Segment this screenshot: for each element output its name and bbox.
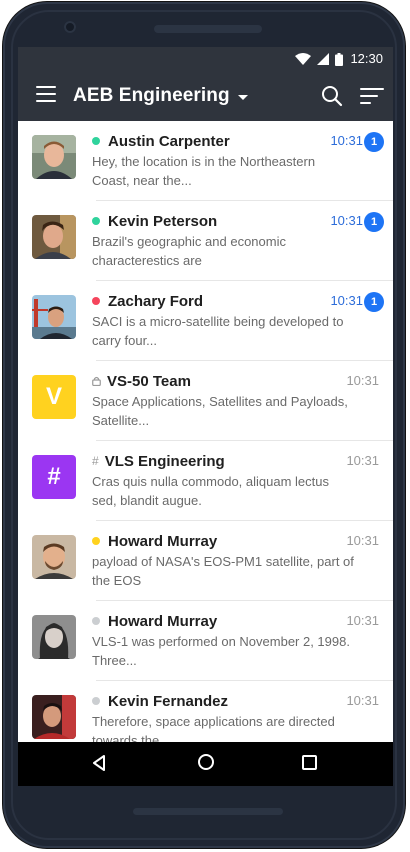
back-icon[interactable] — [92, 755, 106, 771]
room-list: Austin Carpenter Hey, the location is in… — [18, 121, 393, 742]
status-busy-dot — [92, 297, 100, 305]
chevron-down-icon — [237, 94, 248, 100]
bottom-speaker — [133, 808, 283, 815]
earpiece-speaker — [154, 25, 262, 33]
avatar — [32, 215, 76, 259]
room-avatar: V — [32, 375, 76, 419]
signal-icon — [317, 53, 329, 65]
avatar — [32, 135, 76, 179]
room-name: Howard Murray — [108, 532, 218, 550]
avatar — [32, 295, 76, 339]
status-offline-dot — [92, 617, 100, 625]
room-item[interactable]: Howard Murray VLS-1 was performed on Nov… — [18, 601, 393, 681]
timestamp: 10:31 — [346, 373, 379, 388]
battery-icon — [335, 52, 343, 66]
last-message: Brazil's geographic and economic charact… — [92, 234, 286, 268]
room-name: Kevin Peterson — [108, 212, 218, 230]
room-name: VLS Engineering — [104, 452, 225, 470]
last-message: Therefore, space applications are direct… — [92, 714, 335, 742]
room-item[interactable]: Zachary Ford SACI is a micro-satellite b… — [18, 281, 393, 361]
timestamp: 10:31 — [330, 293, 363, 308]
room-item[interactable]: Howard Murray payload of NASA's EOS-PM1 … — [18, 521, 393, 601]
unread-badge: 1 — [364, 212, 384, 232]
room-name: Kevin Fernandez — [108, 692, 229, 710]
search-icon[interactable] — [321, 85, 343, 107]
status-time: 12:30 — [350, 51, 383, 66]
room-name: Howard Murray — [108, 612, 218, 630]
wifi-icon — [295, 53, 311, 65]
last-message: SACI is a micro-satellite being develope… — [92, 314, 344, 348]
last-message: VLS-1 was performed on November 2, 1998.… — [92, 634, 350, 668]
room-name: Austin Carpenter — [108, 132, 230, 150]
timestamp: 10:31 — [346, 453, 379, 468]
unread-badge: 1 — [364, 292, 384, 312]
status-online-dot — [92, 217, 100, 225]
timestamp: 10:31 — [346, 613, 379, 628]
room-item[interactable]: Kevin Peterson Brazil's geographic and e… — [18, 201, 393, 281]
room-avatar: # — [32, 455, 76, 499]
timestamp: 10:31 — [330, 213, 363, 228]
avatar — [32, 695, 76, 739]
room-name: Zachary Ford — [108, 292, 204, 310]
timestamp: 10:31 — [330, 133, 363, 148]
last-message: Space Applications, Satellites and Paylo… — [92, 394, 348, 428]
hash-icon: # — [92, 454, 99, 468]
room-item[interactable]: Kevin Fernandez Therefore, space applica… — [18, 681, 393, 742]
avatar — [32, 535, 76, 579]
room-item[interactable]: Austin Carpenter Hey, the location is in… — [18, 121, 393, 201]
unread-badge: 1 — [364, 132, 384, 152]
header-title: AEB Engineering — [73, 85, 230, 106]
home-icon[interactable] — [198, 754, 214, 770]
menu-icon[interactable] — [36, 86, 56, 104]
room-name: VS-50 Team — [107, 372, 191, 390]
app-header: AEB Engineering — [18, 71, 393, 121]
room-item[interactable]: # # VLS Engineering Cras quis nulla comm… — [18, 441, 393, 521]
room-item[interactable]: V VS-50 Team Space Applications, Satelli… — [18, 361, 393, 441]
last-message: Cras quis nulla commodo, aliquam lectus … — [92, 474, 329, 508]
avatar — [32, 615, 76, 659]
timestamp: 10:31 — [346, 693, 379, 708]
status-offline-dot — [92, 697, 100, 705]
lock-icon — [92, 376, 101, 386]
avatar-letter: V — [45, 383, 62, 410]
sort-icon[interactable] — [360, 85, 384, 107]
status-bar: 12:30 — [18, 47, 393, 71]
last-message: payload of NASA's EOS-PM1 satellite, par… — [92, 554, 354, 588]
recents-icon[interactable] — [302, 755, 317, 770]
system-navigation-bar — [18, 742, 393, 786]
timestamp: 10:31 — [346, 533, 379, 548]
status-online-dot — [92, 137, 100, 145]
front-camera — [64, 21, 76, 33]
avatar-letter: # — [47, 463, 61, 490]
last-message: Hey, the location is in the Northeastern… — [92, 154, 316, 188]
workspace-switcher[interactable]: AEB Engineering — [73, 81, 248, 111]
status-away-dot — [92, 537, 100, 545]
app-screen: 12:30 AEB Engineering Austin Carpenter H… — [18, 47, 393, 786]
